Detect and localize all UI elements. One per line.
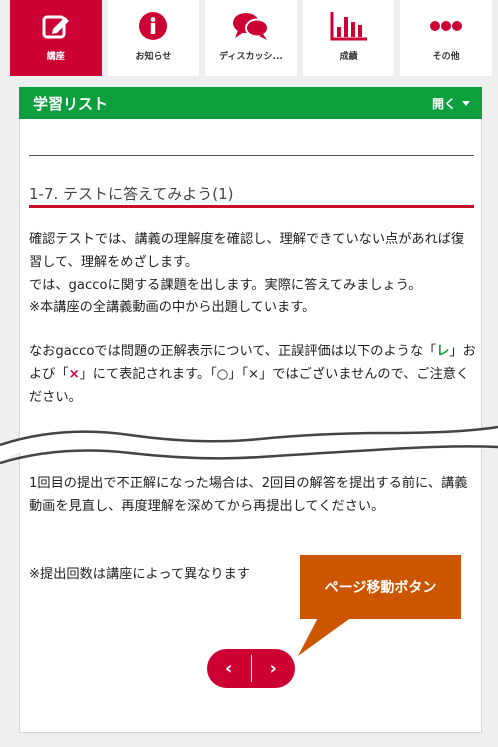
tab-grades[interactable]: 成績	[302, 0, 395, 76]
title-underline	[29, 205, 474, 208]
tab-grades-label: 成績	[339, 52, 358, 62]
tab-discussion-label: ディスカッシ...	[219, 52, 283, 62]
lesson-paragraph-3: 1回目の提出で不正解になった場合は、2回目の解答を提出する前に、講義動画を見直し…	[29, 476, 468, 514]
lesson-paragraph-2: なおgaccoでは問題の正解表示について、正誤評価は以下のような「レ」および「×…	[29, 341, 477, 409]
tab-more-label: その他	[432, 52, 460, 62]
chevron-right-icon: ›	[269, 658, 277, 679]
course-nav-tabs: 講座 お知らせ ディスカッシ... 成績 その他	[0, 0, 498, 76]
lesson-title: 1-7. テストに答えてみよう(1)	[29, 185, 234, 203]
lesson-paragraph-1: 確認テストでは、講義の理解度を確認し、理解できていない点があれば復習して、理解を…	[29, 229, 477, 320]
tab-course[interactable]: 講座	[10, 0, 102, 76]
page-nav-buttons: ‹ ›	[207, 649, 295, 688]
lesson-text-2c: 」にて表記されます。「○」「×」ではございませんので、ご注意ください。	[29, 366, 470, 405]
prev-page-button[interactable]: ‹	[207, 649, 251, 688]
tab-more[interactable]: その他	[400, 0, 492, 76]
callout-pointer	[298, 614, 356, 656]
study-list-title: 学習リスト	[33, 94, 109, 113]
more-dots-icon	[429, 9, 463, 43]
lesson-text-2a: なおgaccoでは問題の正解表示について、正誤評価は以下のような「	[29, 344, 437, 359]
info-icon	[138, 9, 168, 43]
lesson-text-1a: 確認テストでは、講義の理解度を確認し、理解できていない点があれば復習して、理解を…	[29, 232, 465, 270]
study-list-toggle-label: 開く	[431, 96, 456, 111]
torn-page-divider	[0, 425, 498, 465]
chat-bubbles-icon	[232, 9, 270, 43]
tab-discussion[interactable]: ディスカッシ...	[205, 0, 297, 76]
lesson-text-1c: ※本講座の全講義動画の中から出題しています。	[29, 300, 316, 316]
tab-course-label: 講座	[46, 52, 65, 62]
callout-annotation: ページ移動ボタン	[300, 555, 461, 619]
caret-down-icon	[462, 100, 470, 106]
bar-chart-icon	[330, 9, 368, 43]
lesson-text-1b: では、gaccoに関する課題を出します。実際に答えてみましょう。	[29, 277, 422, 293]
check-mark-symbol: レ	[436, 344, 450, 359]
tab-notices[interactable]: お知らせ	[107, 0, 200, 76]
pencil-icon	[41, 9, 71, 43]
next-page-button[interactable]: ›	[252, 649, 296, 688]
study-list-header: 学習リスト 開く	[19, 87, 482, 119]
study-list-toggle[interactable]: 開く	[432, 95, 470, 112]
chevron-left-icon: ‹	[225, 658, 233, 679]
cross-mark-symbol: ×	[68, 366, 80, 382]
tab-notices-label: お知らせ	[135, 52, 172, 62]
divider	[29, 155, 474, 156]
